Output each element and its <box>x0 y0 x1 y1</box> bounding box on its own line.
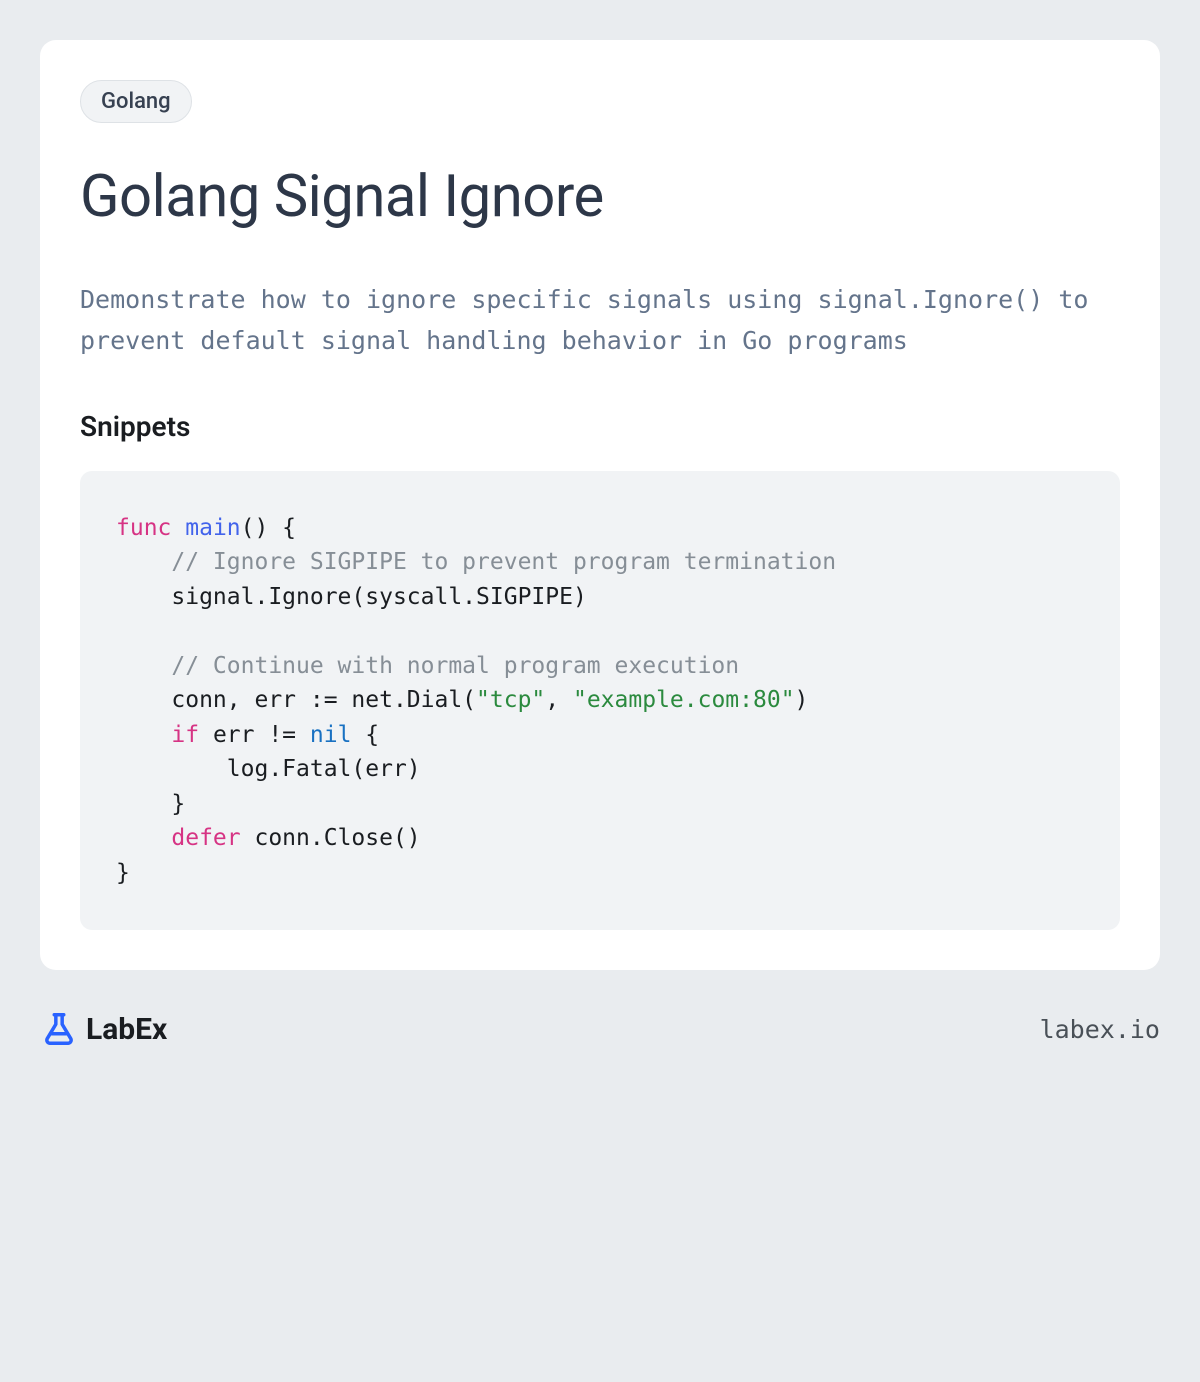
flask-icon <box>40 1010 78 1048</box>
description-text: Demonstrate how to ignore specific signa… <box>80 279 1120 362</box>
domain-text: labex.io <box>1040 1015 1160 1044</box>
page-title: Golang Signal Ignore <box>80 163 1120 231</box>
content-card: Golang Golang Signal Ignore Demonstrate … <box>40 40 1160 970</box>
snippets-heading: Snippets <box>80 410 1120 443</box>
brand-text: LabEx <box>86 1012 167 1047</box>
footer: LabEx labex.io <box>40 1010 1160 1048</box>
brand: LabEx <box>40 1010 167 1048</box>
code-content: func main() { // Ignore SIGPIPE to preve… <box>116 515 836 886</box>
code-snippet: func main() { // Ignore SIGPIPE to preve… <box>80 471 1120 931</box>
language-badge: Golang <box>80 80 192 123</box>
